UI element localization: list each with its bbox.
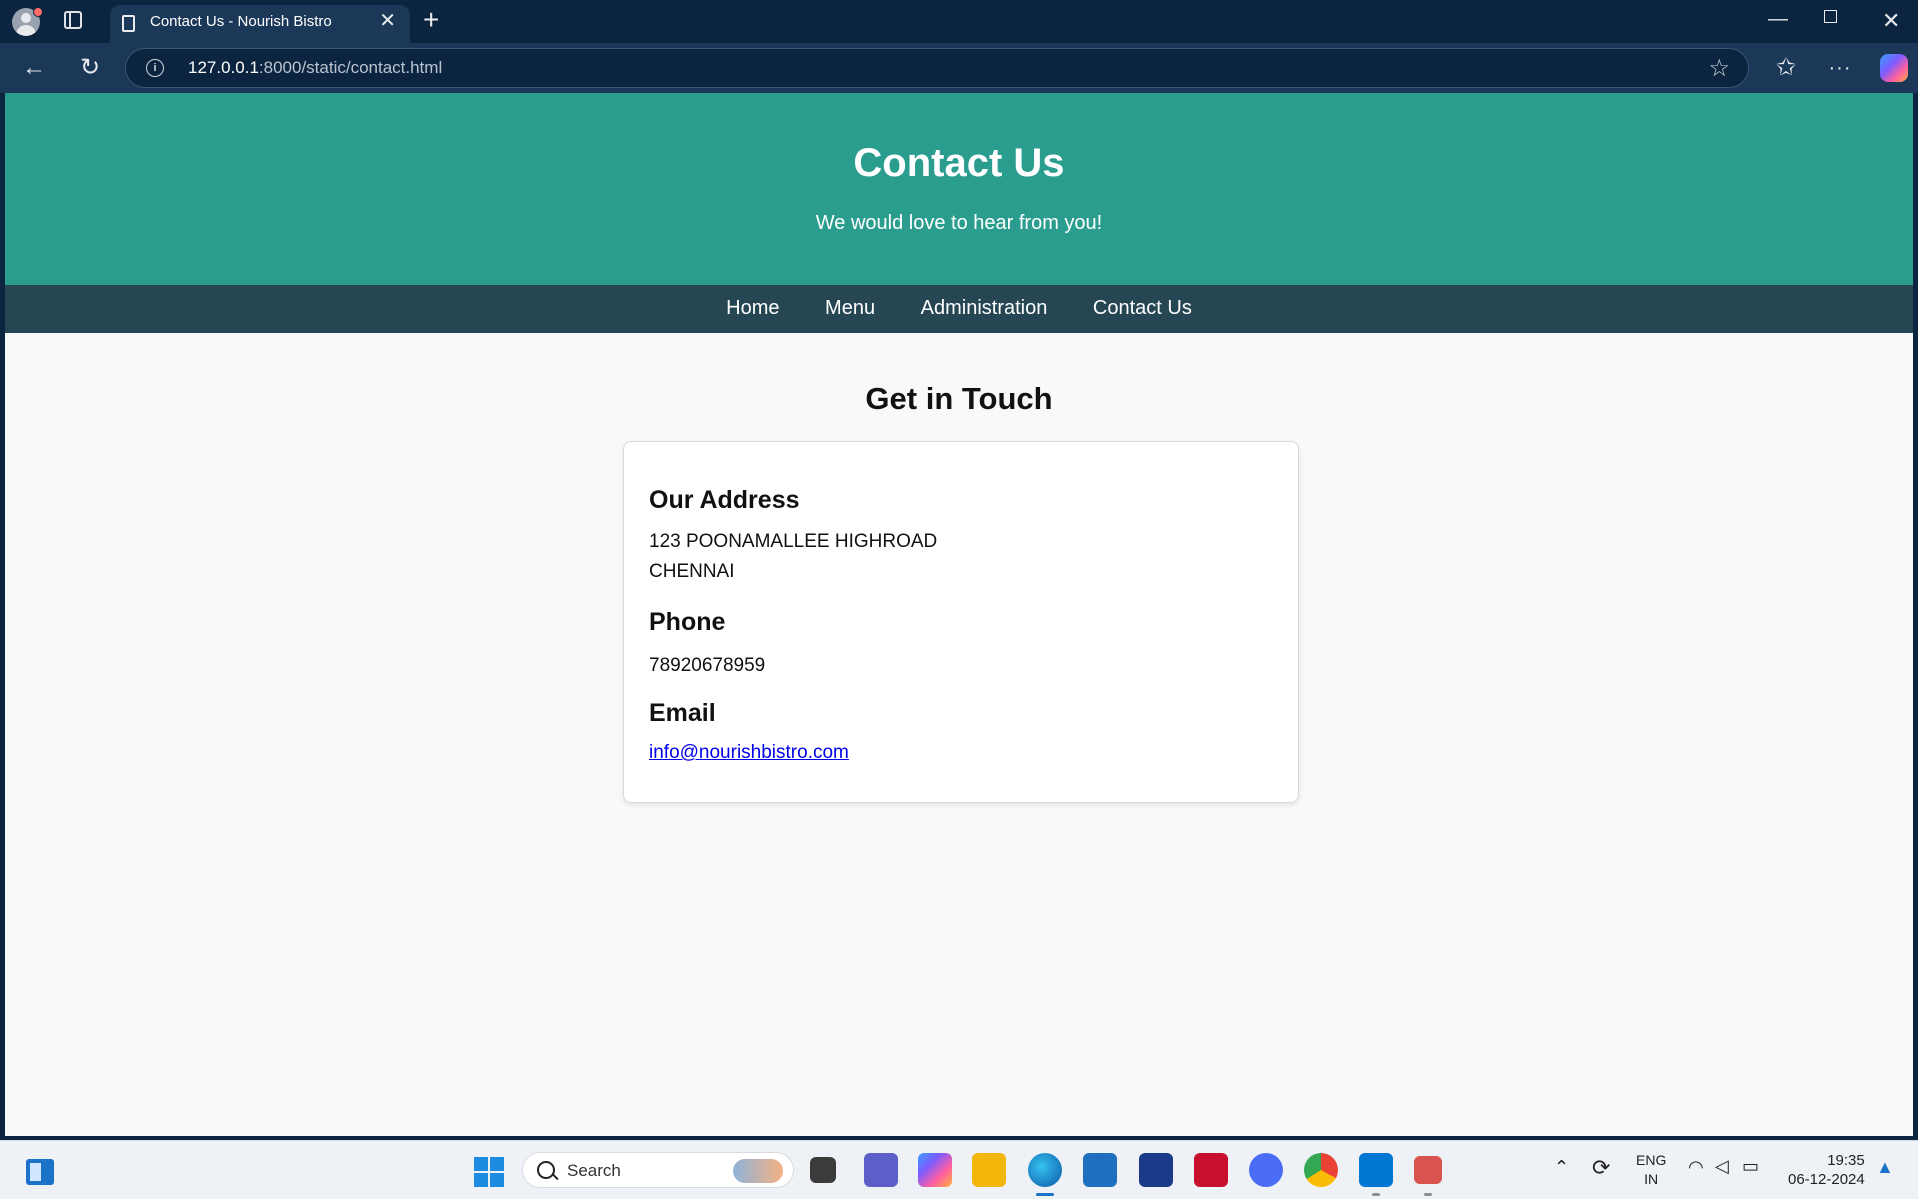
- page-icon: [122, 15, 135, 32]
- taskbar-search-label: Search: [567, 1161, 621, 1180]
- lang-region: IN: [1644, 1171, 1659, 1187]
- address-bar[interactable]: i 127.0.0.1:8000/static/contact.html ☆: [125, 48, 1749, 88]
- volume-icon[interactable]: ◁: [1715, 1156, 1729, 1177]
- nav-link-contact[interactable]: Contact Us: [1093, 285, 1192, 331]
- site-info-icon[interactable]: i: [146, 59, 164, 77]
- favorite-star-icon[interactable]: ☆: [1708, 54, 1730, 83]
- edge-icon[interactable]: [1028, 1153, 1062, 1187]
- store-icon[interactable]: [1083, 1153, 1117, 1187]
- address-url[interactable]: 127.0.0.1:8000/static/contact.html: [188, 58, 442, 78]
- site-nav: Home Menu Administration Contact Us: [5, 285, 1913, 333]
- snip-running-indicator: [1424, 1193, 1432, 1196]
- copilot-icon[interactable]: [1880, 54, 1908, 82]
- email-block: Email info@nourishbistro.com: [649, 699, 849, 764]
- tray-chevron-icon[interactable]: ⌃: [1554, 1157, 1569, 1178]
- back-button[interactable]: ←: [18, 52, 50, 84]
- tab-title: Contact Us - Nourish Bistro: [150, 13, 332, 30]
- browser-tab-bar: Contact Us - Nourish Bistro ✕ + — ✕: [0, 0, 1918, 43]
- teams-icon[interactable]: [864, 1153, 898, 1187]
- taskbar-clock[interactable]: 19:35 06-12-2024: [1788, 1151, 1865, 1189]
- copilot-app-icon[interactable]: [918, 1153, 952, 1187]
- edge-active-indicator: [1036, 1193, 1054, 1196]
- chrome-icon[interactable]: [1304, 1153, 1338, 1187]
- mcafee-icon[interactable]: [1194, 1153, 1228, 1187]
- page-tagline: We would love to hear from you!: [815, 212, 1103, 234]
- vscode-running-indicator: [1372, 1193, 1380, 1196]
- tab-close-icon[interactable]: ✕: [379, 11, 396, 31]
- window-minimize-button[interactable]: —: [1768, 8, 1788, 31]
- file-explorer-icon[interactable]: [972, 1153, 1006, 1187]
- address-line-2: CHENNAI: [649, 561, 735, 582]
- favorites-icon[interactable]: ✩: [1770, 52, 1802, 84]
- contact-card: Our Address 123 POONAMALLEE HIGHROAD CHE…: [623, 441, 1299, 803]
- task-view-icon[interactable]: [810, 1157, 836, 1183]
- app-triangle-icon[interactable]: [1249, 1153, 1283, 1187]
- battery-icon[interactable]: ▭: [1742, 1156, 1759, 1177]
- nav-link-home[interactable]: Home: [726, 285, 779, 331]
- url-host: 127.0.0.1: [188, 58, 259, 77]
- site-header: Contact Us We would love to hear from yo…: [5, 93, 1913, 285]
- url-path: :8000/static/contact.html: [258, 58, 443, 77]
- address-line-1: 123 POONAMALLEE HIGHROAD: [649, 531, 938, 552]
- reload-button[interactable]: ↻: [74, 52, 106, 84]
- lang-code: ENG: [1636, 1152, 1667, 1168]
- phone-heading: Phone: [649, 608, 726, 636]
- snipping-tool-icon[interactable]: [1414, 1156, 1442, 1184]
- new-tab-button[interactable]: +: [423, 5, 439, 35]
- clock-time: 19:35: [1827, 1152, 1865, 1169]
- vscode-icon[interactable]: [1359, 1153, 1393, 1187]
- page-viewport: Contact Us We would love to hear from yo…: [5, 93, 1913, 1136]
- windows-start-icon[interactable]: [474, 1157, 504, 1187]
- input-language-indicator[interactable]: ENG IN: [1636, 1151, 1666, 1189]
- window-restore-button[interactable]: [1824, 10, 1837, 23]
- phone-value: 78920678959: [649, 655, 766, 676]
- email-heading: Email: [649, 699, 716, 727]
- l-app-icon[interactable]: [1139, 1153, 1173, 1187]
- clock-date: 06-12-2024: [1788, 1171, 1865, 1188]
- nav-link-menu[interactable]: Menu: [825, 285, 875, 331]
- browser-tab-active[interactable]: Contact Us - Nourish Bistro ✕: [110, 5, 410, 43]
- page-title: Contact Us: [853, 141, 1065, 185]
- widgets-icon[interactable]: [26, 1159, 54, 1185]
- profile-notification-dot: [33, 7, 43, 17]
- browser-toolbar: ← ↻ i 127.0.0.1:8000/static/contact.html…: [0, 43, 1918, 93]
- phone-block: Phone 78920678959: [649, 608, 765, 681]
- address-heading: Our Address: [649, 486, 800, 514]
- wifi-icon[interactable]: ◠: [1688, 1157, 1704, 1178]
- section-title: Get in Touch: [865, 381, 1053, 416]
- nav-link-administration[interactable]: Administration: [921, 285, 1048, 331]
- sync-icon[interactable]: ⟳: [1592, 1155, 1610, 1181]
- tab-actions-icon[interactable]: [64, 11, 82, 29]
- search-highlight-icon: [733, 1159, 783, 1183]
- more-options-icon[interactable]: ···: [1824, 52, 1856, 84]
- address-block: Our Address 123 POONAMALLEE HIGHROAD CHE…: [649, 486, 937, 587]
- window-close-button[interactable]: ✕: [1882, 8, 1900, 34]
- notification-bell-icon[interactable]: ▲: [1876, 1157, 1894, 1178]
- taskbar-search[interactable]: Search: [522, 1152, 794, 1188]
- email-link[interactable]: info@nourishbistro.com: [649, 742, 849, 763]
- taskbar: Search ⌃ ⟳ ENG IN ◠ ◁ ▭ 19:35 06-12-2024…: [0, 1140, 1918, 1199]
- search-icon: [537, 1161, 555, 1179]
